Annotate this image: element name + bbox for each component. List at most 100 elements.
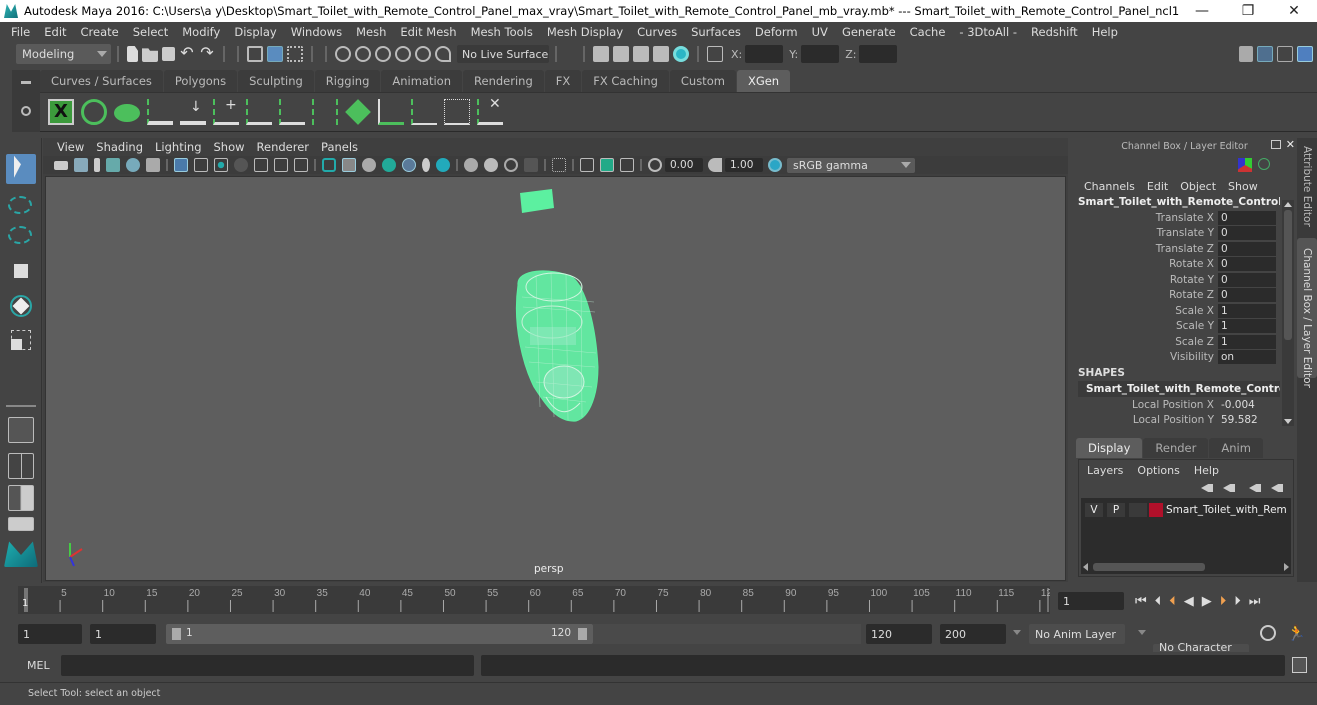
field-chart-icon[interactable] [254, 158, 268, 172]
layer-tab-anim[interactable]: Anim [1209, 438, 1263, 458]
scroll-left-icon[interactable] [1083, 563, 1088, 571]
paint-select-tool-button[interactable] [8, 226, 32, 244]
speed-icon[interactable] [1258, 158, 1270, 170]
z-input[interactable] [859, 45, 898, 63]
object-name[interactable]: Smart_Toilet_with_Remote_Control_Pa... [1072, 194, 1280, 210]
shelf-tab-fx[interactable]: FX [544, 70, 582, 92]
new-layer-icon[interactable] [1249, 484, 1261, 492]
axis-toggle-icon[interactable] [1238, 158, 1252, 172]
guide-hairs-icon[interactable] [312, 99, 338, 125]
play-backwards-button[interactable]: ◀ [1184, 594, 1196, 609]
gear-icon[interactable] [21, 106, 31, 116]
camera-icon[interactable] [54, 160, 68, 170]
guide-length-icon[interactable] [378, 99, 404, 125]
layer-menu-options[interactable]: Options [1137, 464, 1179, 477]
four-view-button[interactable] [8, 453, 34, 479]
toilet-mesh[interactable] [515, 270, 599, 422]
animation-end-input[interactable]: 200 [940, 624, 1006, 644]
restore-button[interactable]: ❐ [1225, 3, 1271, 19]
place-guides-icon[interactable]: ↓ [180, 99, 206, 125]
attr-value[interactable]: 1 [1218, 319, 1276, 334]
tool-settings-toggle-icon[interactable] [1277, 46, 1293, 62]
snap-to-point-icon[interactable] [375, 46, 391, 62]
transform-input-icon[interactable] [707, 46, 723, 62]
xray-joints-icon[interactable] [580, 158, 594, 172]
motion-blur-icon[interactable] [484, 158, 498, 172]
hypershade-icon[interactable] [673, 46, 689, 62]
modeling-toolkit-icon[interactable] [1239, 46, 1253, 62]
shelf-tab-polygons[interactable]: Polygons [163, 70, 238, 92]
step-forward-key-button[interactable]: ⏵ [1220, 594, 1229, 609]
range-slider-track[interactable] [593, 624, 861, 644]
attr-value[interactable]: -0.004 [1218, 398, 1276, 412]
attr-row[interactable]: Translate X 0 [1072, 210, 1297, 226]
image-plane-icon[interactable] [106, 158, 120, 172]
render-settings-icon[interactable] [653, 46, 669, 62]
attr-row[interactable]: Rotate Z 0 [1072, 288, 1297, 304]
persp-outliner-button[interactable] [8, 485, 34, 511]
go-to-end-button[interactable]: ⏭ [1249, 594, 1263, 609]
playback-end-input[interactable]: 120 [866, 624, 932, 644]
select-guides-icon[interactable] [411, 99, 437, 125]
xray-active-icon[interactable] [600, 158, 614, 172]
color-management-toggle-icon[interactable] [768, 158, 782, 172]
go-to-start-button[interactable]: ⏮ [1135, 594, 1149, 609]
perspective-viewport[interactable]: persp [45, 176, 1066, 581]
move-tool-button[interactable] [6, 256, 36, 286]
safe-title-icon[interactable] [294, 158, 308, 172]
attr-value[interactable]: 0 [1218, 241, 1276, 256]
channel-box-toggle-icon[interactable] [1297, 46, 1313, 62]
layer-menu-layers[interactable]: Layers [1087, 464, 1123, 477]
render-view-icon[interactable] [593, 46, 609, 62]
attr-value[interactable]: 0 [1218, 272, 1276, 287]
scale-tool-button[interactable] [6, 326, 36, 356]
range-start-handle[interactable] [172, 628, 181, 640]
close-panel-icon[interactable]: ✕ [1286, 138, 1295, 151]
attr-row[interactable]: Visibility on [1072, 350, 1297, 366]
hud-icon[interactable] [620, 158, 634, 172]
layer-playback-toggle[interactable]: P [1107, 503, 1125, 517]
menu-create[interactable]: Create [74, 25, 126, 39]
wireframe-icon[interactable] [322, 158, 336, 172]
shelf-tab-custom[interactable]: Custom [669, 70, 736, 92]
layer-tab-render[interactable]: Render [1143, 438, 1209, 458]
shadows-icon[interactable] [436, 158, 450, 172]
new-layer-from-selection-icon[interactable] [1271, 484, 1283, 492]
live-surface-field[interactable]: No Live Surface [457, 45, 549, 63]
add-guide-icon[interactable]: + [213, 97, 239, 125]
camera-attributes-icon[interactable] [74, 158, 88, 172]
two-d-pan-zoom-icon[interactable] [126, 158, 140, 172]
layer-color-swatch[interactable] [1149, 503, 1163, 517]
snap-to-view-plane-icon[interactable] [395, 46, 411, 62]
undo-icon[interactable]: ↶ [179, 45, 195, 62]
x-input[interactable] [745, 45, 784, 63]
shelf-tab-rigging[interactable]: Rigging [314, 70, 381, 92]
render-frame-icon[interactable] [613, 46, 629, 62]
move-layer-up-icon[interactable] [1201, 484, 1213, 492]
gate-mask-icon[interactable] [234, 158, 248, 172]
y-input[interactable] [801, 45, 840, 63]
attr-value[interactable]: 59.582 [1218, 413, 1276, 427]
command-language-label[interactable]: MEL [27, 659, 50, 672]
menu-help[interactable]: Help [1085, 25, 1125, 39]
menu-edit[interactable]: Edit [37, 25, 73, 39]
xgen-clear-preview-icon[interactable] [114, 104, 140, 122]
single-perspective-view-button[interactable] [8, 417, 34, 443]
menu-redshift[interactable]: Redshift [1024, 25, 1085, 39]
shape-attr-row[interactable]: Local Position Y 59.582 [1072, 413, 1297, 429]
new-scene-icon[interactable] [127, 46, 138, 62]
menu-mesh-tools[interactable]: Mesh Tools [464, 25, 540, 39]
exposure-input[interactable]: 0.00 [665, 158, 703, 172]
film-gate-icon[interactable] [194, 158, 208, 172]
step-back-key-button[interactable]: ⏴ [1169, 594, 1178, 609]
add-guides-icon[interactable] [147, 99, 173, 125]
range-end-handle[interactable] [578, 628, 587, 640]
scroll-thumb[interactable] [1093, 563, 1205, 571]
scroll-thumb[interactable] [1284, 210, 1292, 340]
attr-row[interactable]: Translate Y 0 [1072, 226, 1297, 242]
menu-curves[interactable]: Curves [630, 25, 684, 39]
redo-icon[interactable]: ↷ [199, 45, 215, 62]
lasso-tool-button[interactable] [8, 196, 32, 214]
menu-cache[interactable]: Cache [903, 25, 953, 39]
attr-row[interactable]: Scale X 1 [1072, 303, 1297, 319]
